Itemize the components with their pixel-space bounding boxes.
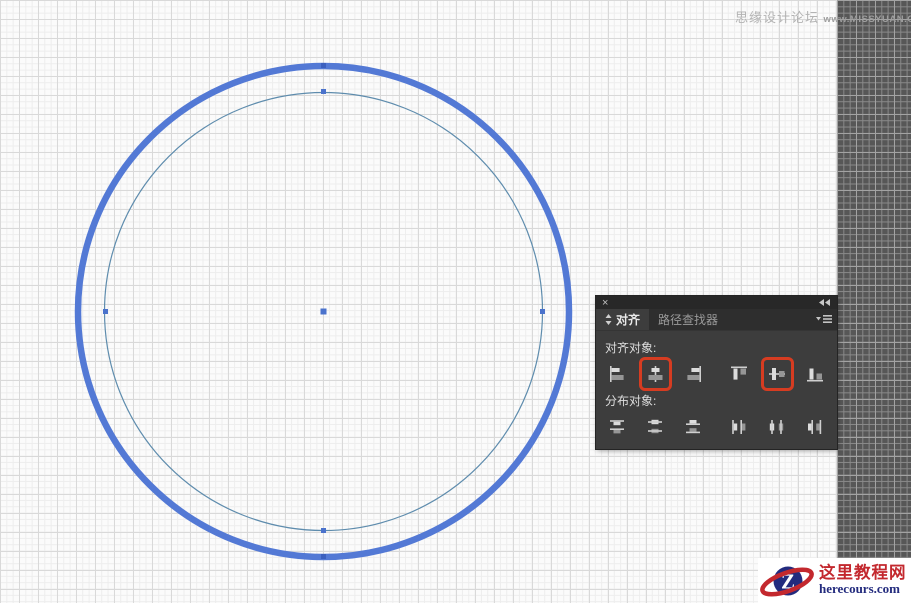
vertical-distribute-center-button[interactable] bbox=[643, 416, 668, 438]
horizontal-align-center-button[interactable] bbox=[639, 357, 672, 391]
watermark-site-url: www.MISSYUAN.COM bbox=[823, 14, 911, 25]
horizontal-distribute-left-button[interactable] bbox=[727, 416, 752, 438]
vertical-align-bottom-icon bbox=[807, 368, 823, 382]
vertical-distribute-top-icon bbox=[610, 420, 624, 434]
align-buttons-row bbox=[605, 357, 828, 391]
tab-pathfinder-label: 路径查找器 bbox=[658, 313, 719, 327]
site-logo-mark: Z bbox=[760, 566, 814, 597]
watermark-site-name: 思缘设计论坛 bbox=[735, 10, 820, 25]
panel-titlebar[interactable]: × bbox=[596, 296, 837, 309]
vertical-distribute-center-icon bbox=[648, 419, 662, 434]
vertical-align-center-button[interactable] bbox=[761, 357, 794, 391]
horizontal-align-right-button[interactable] bbox=[681, 363, 706, 385]
panel-menu-icon[interactable] bbox=[816, 314, 832, 324]
horizontal-align-center-icon bbox=[648, 366, 663, 382]
anchor-point-inner-left[interactable] bbox=[103, 309, 108, 314]
collapse-panel-icon[interactable] bbox=[819, 299, 831, 306]
panel-toggle-icon bbox=[605, 314, 612, 325]
logo-title: 这里教程网 bbox=[819, 564, 907, 583]
horizontal-align-left-icon bbox=[610, 366, 624, 382]
vertical-align-center-icon bbox=[769, 368, 785, 380]
vertical-align-bottom-button[interactable] bbox=[803, 363, 828, 385]
anchor-point-inner-top[interactable] bbox=[321, 89, 326, 94]
vertical-align-top-button[interactable] bbox=[727, 363, 752, 385]
horizontal-align-right-icon bbox=[687, 366, 701, 382]
horizontal-align-left-button[interactable] bbox=[605, 363, 630, 385]
distribute-buttons-row bbox=[605, 416, 828, 438]
site-logo: Z 这里教程网 herecours.com bbox=[758, 558, 911, 603]
tab-align-label: 对齐 bbox=[616, 313, 641, 327]
align-objects-label: 对齐对象: bbox=[605, 341, 657, 355]
horizontal-distribute-center-icon bbox=[769, 420, 784, 434]
distribute-objects-label: 分布对象: bbox=[605, 394, 657, 408]
vertical-distribute-top-button[interactable] bbox=[605, 416, 630, 438]
horizontal-distribute-center-button[interactable] bbox=[765, 416, 790, 438]
horizontal-distribute-left-icon bbox=[732, 420, 746, 434]
tab-pathfinder[interactable]: 路径查找器 bbox=[649, 309, 727, 330]
anchor-point-outer-bottom[interactable] bbox=[321, 554, 326, 559]
center-point[interactable] bbox=[320, 308, 327, 315]
vertical-distribute-bottom-button[interactable] bbox=[681, 416, 706, 438]
anchor-point-inner-bottom[interactable] bbox=[321, 528, 326, 533]
vertical-align-top-icon bbox=[731, 366, 747, 380]
watermark-text: 思缘设计论坛 www.MISSYUAN.COM bbox=[735, 7, 911, 27]
horizontal-distribute-right-button[interactable] bbox=[803, 416, 828, 438]
horizontal-distribute-right-icon bbox=[808, 420, 822, 434]
anchor-point-inner-right[interactable] bbox=[540, 309, 545, 314]
panel-body: 对齐对象: 分布对象: bbox=[596, 331, 837, 438]
anchor-point-outer-top[interactable] bbox=[321, 63, 326, 68]
tab-align[interactable]: 对齐 bbox=[596, 309, 650, 330]
close-icon[interactable]: × bbox=[602, 297, 608, 308]
logo-domain: herecours.com bbox=[819, 581, 900, 597]
panel-tab-bar: 对齐 路径查找器 bbox=[596, 309, 837, 331]
vertical-distribute-bottom-icon bbox=[686, 420, 700, 434]
illustrator-canvas: 思缘设计论坛 www.MISSYUAN.COM × 对齐 路径查找器 bbox=[0, 0, 911, 603]
align-panel: × 对齐 路径查找器 对齐对象: 分布对象: bbox=[595, 295, 838, 450]
